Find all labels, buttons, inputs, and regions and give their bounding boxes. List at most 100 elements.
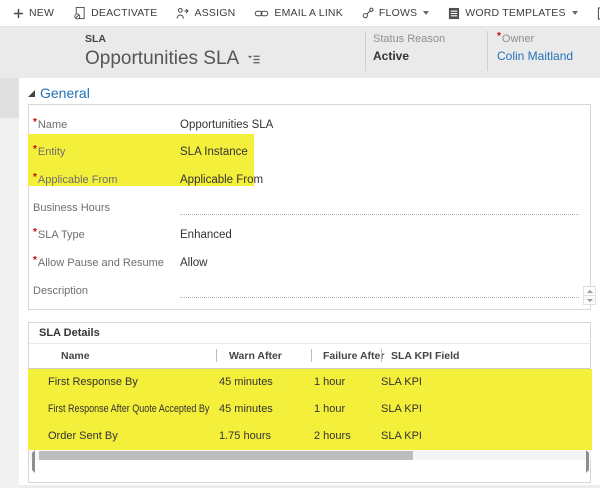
row-name: Order Sent By <box>48 423 118 450</box>
deactivate-button[interactable]: DEACTIVATE <box>73 6 157 20</box>
record-type-label: SLA <box>85 33 106 45</box>
field-row-entity: *Entity SLA Instance <box>29 138 590 166</box>
description-field-value[interactable] <box>180 285 579 298</box>
record-header: SLA Opportunities SLA Status Reason Acti… <box>0 27 600 78</box>
column-divider <box>381 349 382 362</box>
assign-icon <box>176 7 189 20</box>
flows-button[interactable]: FLOWS <box>362 7 429 19</box>
row-warn-after: 1.75 hours <box>219 423 271 450</box>
entity-field-label: Entity <box>38 146 66 158</box>
assign-button[interactable]: ASSIGN <box>176 7 235 20</box>
chevron-left-icon <box>32 450 35 473</box>
row-sla-kpi-field: SLA KPI <box>381 423 422 450</box>
row-failure-after: 1 hour <box>314 369 345 396</box>
owner-field: *Owner Colin Maitland <box>497 33 573 63</box>
plus-icon <box>13 8 24 19</box>
owner-label: Owner <box>502 33 534 45</box>
entity-field-value[interactable]: SLA Instance <box>180 146 248 158</box>
horizontal-scrollbar[interactable] <box>30 451 591 460</box>
table-row[interactable]: First Response By 45 minutes 1 hour SLA … <box>29 369 590 396</box>
business-hours-field-value[interactable] <box>180 202 579 215</box>
column-divider <box>311 349 312 362</box>
row-failure-after: 2 hours <box>314 423 351 450</box>
required-icon: * <box>33 172 37 183</box>
business-hours-field-label: Business Hours <box>33 202 110 214</box>
page-title: Opportunities SLA <box>85 48 239 70</box>
scroll-left-button[interactable] <box>32 453 35 471</box>
row-sla-kpi-field: SLA KPI <box>381 396 422 423</box>
word-document-icon <box>448 7 460 20</box>
vertical-scrollbar[interactable] <box>0 78 19 488</box>
allow-pause-resume-field-label: Allow Pause and Resume <box>38 257 164 269</box>
owner-link[interactable]: Colin Maitland <box>497 49 573 63</box>
required-icon: * <box>33 227 37 238</box>
required-icon: * <box>33 255 37 266</box>
row-warn-after: 45 minutes <box>219 369 273 396</box>
column-divider <box>216 349 217 362</box>
chevron-down-icon <box>587 299 593 302</box>
scroll-down-button[interactable] <box>583 295 596 305</box>
required-icon: * <box>497 31 501 45</box>
word-templates-button[interactable]: WORD TEMPLATES <box>448 7 577 20</box>
page-title-row: Opportunities SLA <box>85 48 261 70</box>
status-reason-label: Status Reason <box>373 33 445 45</box>
assign-button-label: ASSIGN <box>194 7 235 19</box>
column-header-warn-after[interactable]: Warn After <box>229 350 282 362</box>
field-row-name: *Name Opportunities SLA <box>29 111 590 139</box>
required-icon: * <box>33 144 37 155</box>
new-button-label: NEW <box>29 7 54 19</box>
command-bar: NEW DEACTIVATE ASSIGN EMAIL A LINK FLOWS… <box>0 0 600 27</box>
row-failure-after: 1 hour <box>314 396 345 423</box>
scroll-right-button[interactable] <box>586 453 589 471</box>
name-field-value[interactable]: Opportunities SLA <box>180 119 273 131</box>
name-field-label-row: *Name <box>29 119 180 131</box>
chevron-down-icon <box>572 11 578 15</box>
link-icon <box>254 9 269 18</box>
allow-pause-resume-field-label-row: *Allow Pause and Resume <box>29 257 180 269</box>
row-warn-after: 45 minutes <box>219 396 273 423</box>
applicable-from-field-label-row: *Applicable From <box>29 174 180 186</box>
sla-type-field-label: SLA Type <box>38 229 85 241</box>
allow-pause-resume-field-value[interactable]: Allow <box>180 257 207 269</box>
table-row[interactable]: First Response After Quote Accepted By 4… <box>29 396 590 423</box>
field-row-description: Description <box>29 277 590 305</box>
sla-type-field-value[interactable]: Enhanced <box>180 229 232 241</box>
applicable-from-field-value[interactable]: Applicable From <box>180 174 263 186</box>
sla-details-panel: SLA Details Name Warn After Failure Afte… <box>28 322 591 483</box>
status-badge: Active <box>373 49 445 63</box>
column-header-sla-kpi-field[interactable]: SLA KPI Field <box>391 350 459 362</box>
owner-label-row: *Owner <box>497 33 573 45</box>
field-row-business-hours: Business Hours <box>29 194 590 222</box>
form-selector-icon[interactable] <box>247 54 261 65</box>
business-hours-field-label-row: Business Hours <box>29 202 180 214</box>
field-row-applicable-from: *Applicable From Applicable From <box>29 166 590 194</box>
flows-button-label: FLOWS <box>379 7 417 19</box>
description-scrollbar <box>583 286 596 306</box>
deactivate-button-label: DEACTIVATE <box>91 7 157 19</box>
chevron-up-icon <box>587 290 593 293</box>
table-row[interactable]: Order Sent By 1.75 hours 2 hours SLA KPI <box>29 423 590 450</box>
general-section-title: General <box>40 85 90 101</box>
applicable-from-field-label: Applicable From <box>38 174 117 186</box>
collapse-triangle-icon <box>28 90 35 97</box>
field-row-sla-type: *SLA Type Enhanced <box>29 221 590 249</box>
email-a-link-button[interactable]: EMAIL A LINK <box>254 7 343 19</box>
entity-field-label-row: *Entity <box>29 146 180 158</box>
column-header-failure-after[interactable]: Failure After <box>323 350 384 362</box>
sla-type-field-label-row: *SLA Type <box>29 229 180 241</box>
deactivate-icon <box>73 6 86 20</box>
required-icon: * <box>33 117 37 128</box>
horizontal-scrollbar-thumb[interactable] <box>39 451 413 460</box>
header-divider <box>365 31 366 71</box>
sla-details-rows: First Response By 45 minutes 1 hour SLA … <box>29 369 590 450</box>
chevron-down-icon <box>423 11 429 15</box>
column-header-name[interactable]: Name <box>61 350 90 362</box>
new-button[interactable]: NEW <box>13 7 54 19</box>
status-reason-field: Status Reason Active <box>373 33 445 63</box>
row-name: First Response By <box>48 369 138 396</box>
description-field-label-row: Description <box>29 285 180 297</box>
word-templates-button-label: WORD TEMPLATES <box>465 7 565 19</box>
chevron-right-icon <box>586 450 589 473</box>
general-section-header[interactable]: General <box>28 85 90 101</box>
vertical-scrollbar-thumb[interactable] <box>0 78 19 118</box>
